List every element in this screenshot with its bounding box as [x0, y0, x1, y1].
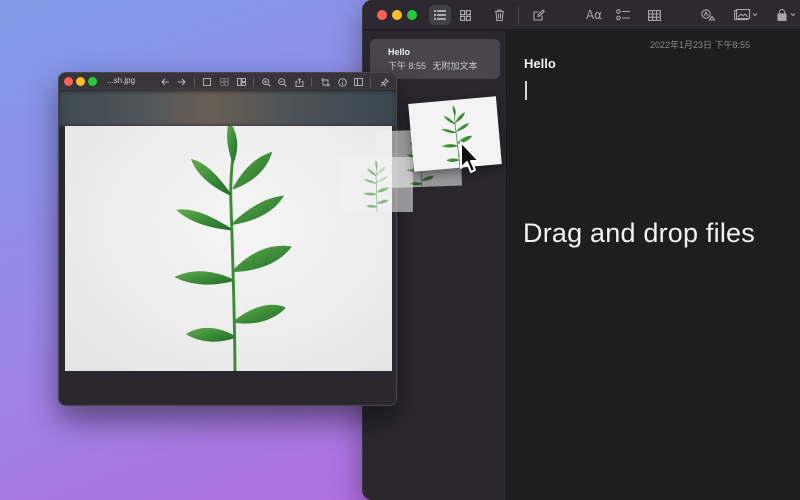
gallery-view-icon[interactable] — [454, 5, 476, 25]
checklist-icon[interactable] — [612, 5, 634, 25]
zoom-button[interactable] — [88, 77, 97, 86]
thumbnails-icon[interactable] — [217, 74, 231, 90]
note-date: 2022年1月23日 下午8:55 — [650, 40, 751, 50]
share-icon[interactable] — [292, 74, 306, 90]
list-view-icon[interactable] — [429, 5, 451, 25]
minimize-button[interactable] — [392, 10, 402, 20]
toolbar-divider — [518, 6, 519, 24]
preview-window: ...sh.jpg — [58, 72, 397, 406]
inspector-icon[interactable] — [351, 74, 365, 90]
table-icon[interactable] — [643, 5, 665, 25]
pin-icon[interactable] — [377, 74, 391, 90]
compose-icon[interactable] — [528, 5, 550, 25]
sidebar-icon[interactable] — [200, 74, 214, 90]
notes-toolbar: Aα — [363, 0, 800, 30]
format-icon[interactable]: Aα — [583, 5, 605, 25]
crop-icon[interactable] — [318, 74, 332, 90]
trash-icon[interactable] — [488, 5, 510, 25]
note-title: Hello — [388, 47, 411, 57]
notes-window: Aα Hello 下午 8:55 无附加文本 2022年1月23日 下午8:55… — [362, 0, 800, 500]
close-button[interactable] — [377, 10, 387, 20]
blurred-backdrop — [59, 91, 396, 126]
toolbar-divider — [194, 77, 195, 87]
lock-icon[interactable] — [773, 5, 800, 25]
preview-footer — [59, 371, 396, 405]
text-caret — [525, 81, 527, 100]
preview-toolbar: ...sh.jpg — [59, 73, 396, 91]
zoom-button[interactable] — [407, 10, 417, 20]
toolbar-divider — [370, 77, 371, 87]
drop-hint-text: Drag and drop files — [523, 218, 755, 248]
contact-sheet-icon[interactable] — [234, 74, 248, 90]
close-button[interactable] — [64, 77, 73, 86]
note-editor[interactable]: 2022年1月23日 下午8:55 Hello Drag and drop fi… — [508, 31, 800, 500]
toolbar-divider — [311, 77, 312, 87]
cursor-arrow-icon — [460, 141, 480, 173]
collaborate-icon[interactable] — [697, 5, 719, 25]
window-title: ...sh.jpg — [107, 76, 136, 85]
drag-preview-image[interactable] — [408, 96, 502, 172]
minimize-button[interactable] — [76, 77, 85, 86]
note-time: 下午 8:55 — [388, 61, 427, 71]
zoom-in-icon[interactable] — [259, 74, 273, 90]
zoom-out-icon[interactable] — [275, 74, 289, 90]
forward-icon[interactable] — [174, 74, 188, 90]
note-snippet: 无附加文本 — [432, 61, 478, 71]
media-icon[interactable] — [731, 5, 761, 25]
info-icon[interactable] — [335, 74, 349, 90]
note-subtitle: 下午 8:55 无附加文本 — [388, 59, 500, 72]
toolbar-divider — [253, 77, 254, 87]
back-icon[interactable] — [158, 74, 172, 90]
note-heading[interactable]: Hello — [524, 56, 556, 71]
